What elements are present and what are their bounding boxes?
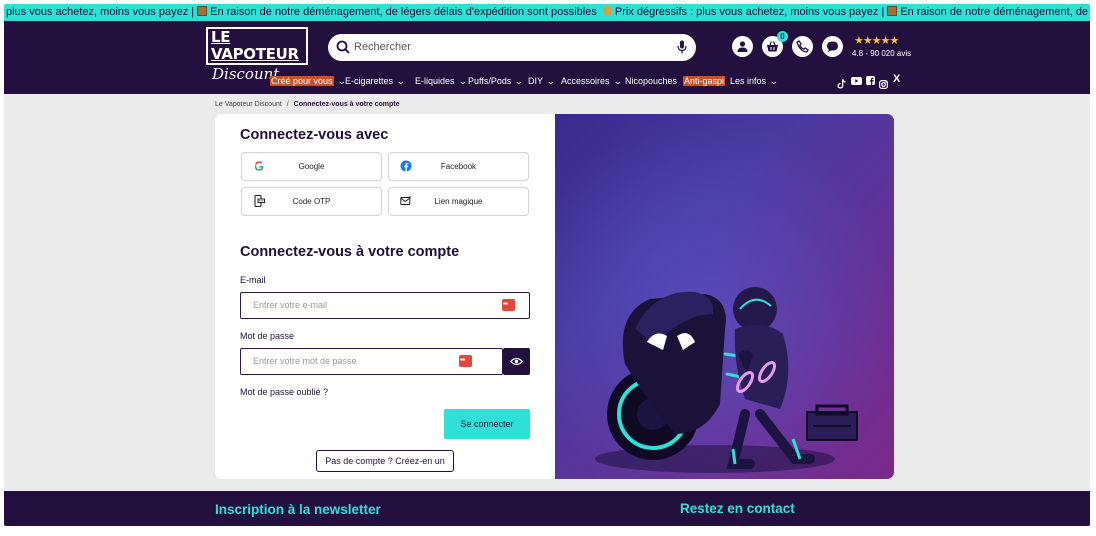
box-icon <box>197 6 208 16</box>
magic-link-label: Lien magique <box>434 197 483 206</box>
google-icon <box>254 161 264 171</box>
main-navigation: Créé pour vous ⌄ E-cigarettes ⌄ E-liquides… <box>4 69 1090 94</box>
chevron-down-icon: ⌄ <box>395 76 406 86</box>
ticker-text-3: Prix dégressifs : plus vous achetez, moi… <box>614 6 885 18</box>
chevron-down-icon: ⌄ <box>612 76 623 86</box>
chat-icon <box>827 41 838 52</box>
account-login-title: Connectez-vous à votre compte <box>240 244 460 260</box>
password-field[interactable]: Entrer votre mot de passe <box>240 348 503 375</box>
chevron-down-icon: ⌄ <box>768 76 779 86</box>
account-button[interactable] <box>732 36 753 57</box>
magic-link-mail-icon <box>400 195 412 205</box>
create-account-button[interactable]: Pas de compte ? Créez-en un <box>316 450 454 472</box>
magic-link-login-button[interactable]: Lien magique <box>388 187 529 216</box>
nav-item-anti-gaspi[interactable]: Anti-gaspi <box>683 75 726 87</box>
search-input[interactable]: Rechercher <box>354 34 411 61</box>
site-footer: Inscription à la newsletter Restez en co… <box>4 491 1090 526</box>
nav-item-diy[interactable]: DIY ⌄ <box>528 75 556 87</box>
cart-button[interactable]: 0 <box>762 31 788 57</box>
show-password-button[interactable] <box>503 348 530 375</box>
announcement-ticker: plus vous achetez, moins vous payez | En … <box>4 4 1090 21</box>
facebook-icon <box>400 160 412 172</box>
facebook-icon[interactable] <box>866 76 875 85</box>
page-frame: plus vous achetez, moins vous payez | En … <box>4 4 1090 526</box>
newsletter-heading: Inscription à la newsletter <box>215 502 381 517</box>
breadcrumb-home[interactable]: Le Vapoteur Discount <box>215 101 282 108</box>
phone-icon <box>796 40 809 53</box>
nav-item-e-cigarettes[interactable]: E-cigarettes ⌄ <box>345 75 406 87</box>
breadcrumb: Le Vapoteur Discount / Connectez-vous à … <box>215 100 399 110</box>
cart-count-badge: 0 <box>777 31 788 42</box>
facebook-login-button[interactable]: Facebook <box>388 152 529 181</box>
password-placeholder: Entrer votre mot de passe <box>253 356 357 366</box>
tiktok-icon[interactable] <box>837 76 846 89</box>
chevron-down-icon: ⌄ <box>514 76 525 86</box>
nav-item-puffs-pods[interactable]: Puffs/Pods ⌄ <box>468 75 525 87</box>
instagram-icon[interactable] <box>879 76 889 90</box>
ticker-text-4: En raison de notre déménagement, de lége… <box>900 6 1090 18</box>
hero-illustration <box>555 114 894 479</box>
email-field[interactable]: Entrer votre e-mail <box>240 292 530 319</box>
chat-button[interactable] <box>822 36 843 57</box>
password-manager-icon[interactable] <box>459 355 472 367</box>
breadcrumb-separator: / <box>286 101 289 108</box>
chevron-down-icon: ⌄ <box>545 76 556 86</box>
otp-label: Code OTP <box>292 197 331 206</box>
nav-item-nicopouches[interactable]: Nicopouches <box>625 75 677 87</box>
eye-icon <box>510 357 523 366</box>
rating-stars: ★★★★★ <box>854 35 899 47</box>
nav-item-accessoires[interactable]: Accessoires ⌄ <box>561 75 623 87</box>
account-icon <box>737 41 748 52</box>
social-login-title: Connectez-vous avec <box>240 127 389 143</box>
email-placeholder: Entrer votre e-mail <box>253 300 328 310</box>
phone-button[interactable] <box>792 36 813 57</box>
search-icon <box>336 40 350 54</box>
x-icon[interactable]: X <box>893 74 902 85</box>
cart-icon <box>767 41 778 52</box>
ticker-text-1: plus vous achetez, moins vous payez | <box>6 6 195 18</box>
money-bag-icon <box>602 6 612 16</box>
password-manager-icon[interactable] <box>502 299 515 311</box>
nav-item-cree-pour-vous[interactable]: Créé pour vous ⌄ <box>270 75 346 87</box>
box-icon <box>887 6 898 16</box>
nav-item-les-infos[interactable]: Les infos ⌄ <box>730 75 779 87</box>
search-bar[interactable]: Rechercher <box>328 34 696 61</box>
ticker-text-2: En raison de notre déménagement, de lége… <box>210 6 597 18</box>
otp-login-button[interactable]: Code OTP <box>241 187 382 216</box>
forgot-password-link[interactable]: Mot de passe oublié ? <box>240 387 328 398</box>
motorcycle-rider-illustration <box>555 114 894 479</box>
facebook-label: Facebook <box>440 162 477 171</box>
contact-heading: Restez en contact <box>680 501 795 516</box>
youtube-icon[interactable] <box>851 77 862 85</box>
microphone-icon[interactable] <box>677 40 687 54</box>
google-label: Google <box>298 162 325 171</box>
breadcrumb-current: Connectez-vous à votre compte <box>293 101 400 108</box>
otp-code-icon <box>254 195 265 207</box>
site-header: LE VAPOTEUR Discount Rechercher 0 ★★★★★ … <box>4 21 1090 94</box>
rating-text[interactable]: 4.8 - 90 020 avis <box>852 49 911 59</box>
logo-wordmark: LE VAPOTEUR <box>206 27 308 65</box>
email-label: E-mail <box>240 275 266 285</box>
login-submit-button[interactable]: Se connecter <box>444 409 530 439</box>
nav-item-e-liquides[interactable]: E-liquides ⌄ <box>415 75 468 87</box>
site-logo[interactable]: LE VAPOTEUR Discount <box>206 27 308 83</box>
password-label: Mot de passe <box>240 331 295 341</box>
chevron-down-icon: ⌄ <box>457 76 468 86</box>
google-login-button[interactable]: Google <box>241 152 382 181</box>
login-card: Connectez-vous avec Google Facebook Code… <box>215 114 555 479</box>
